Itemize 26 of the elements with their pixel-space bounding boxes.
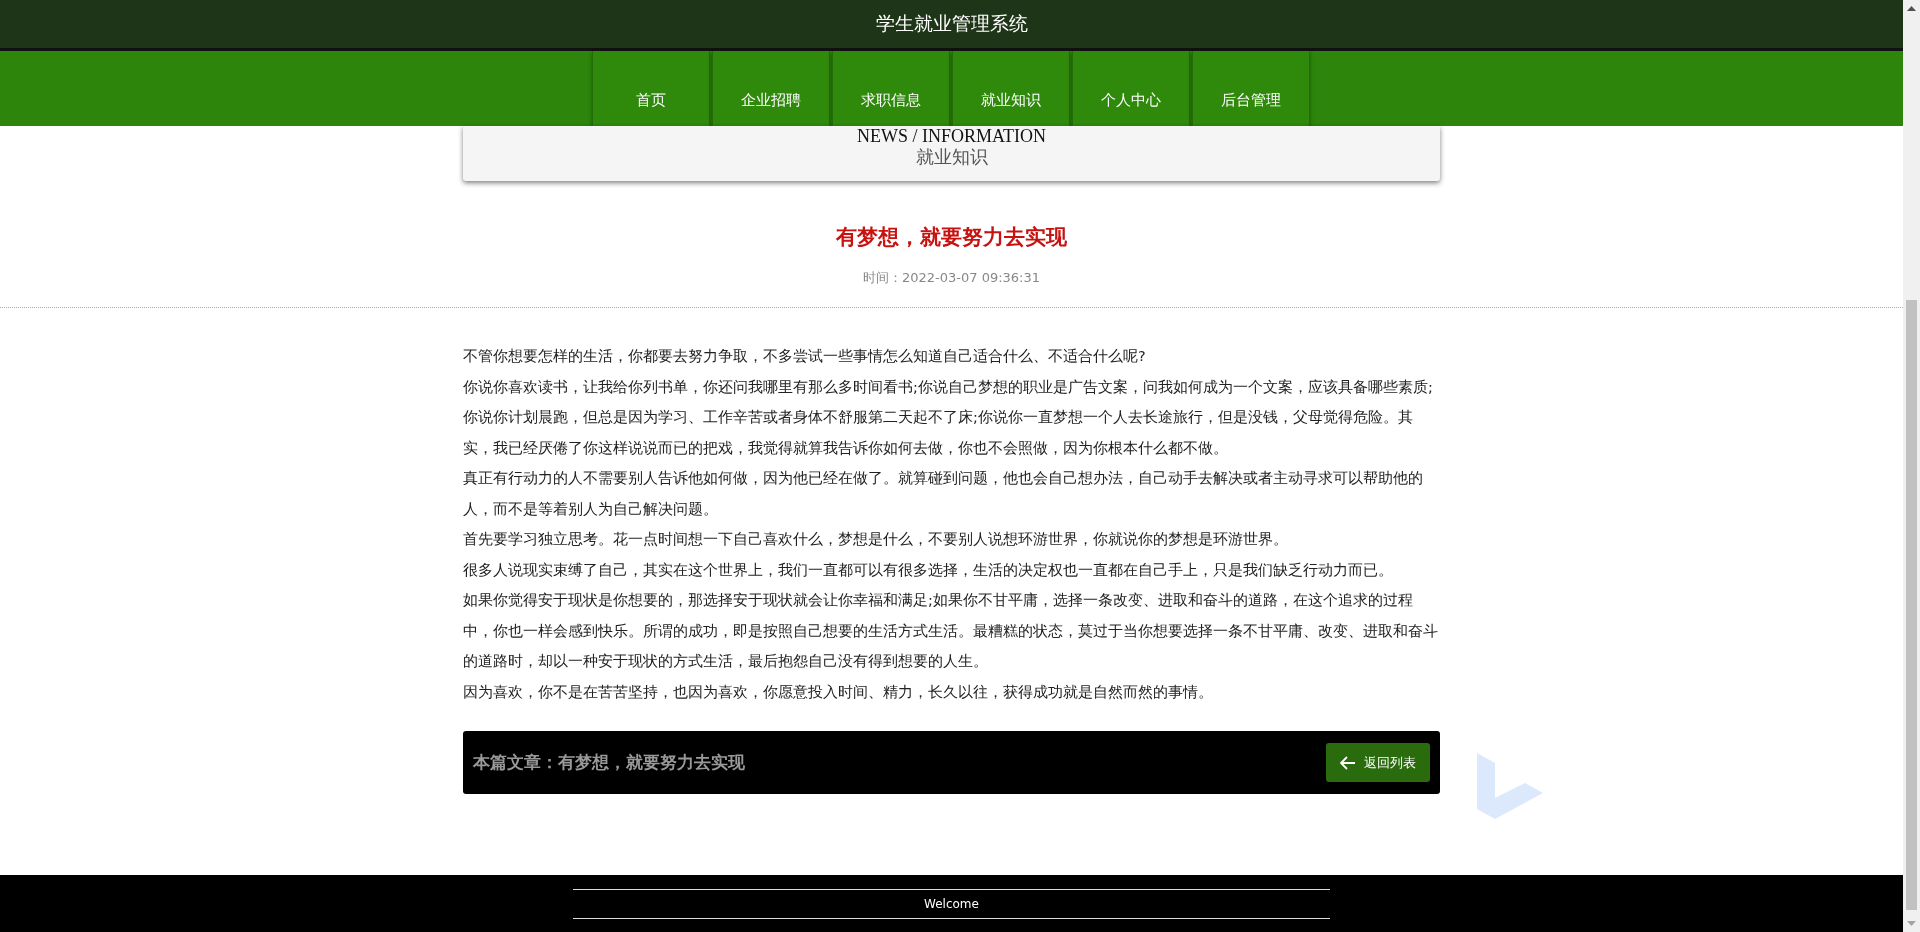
- section-subtitle: NEWS / INFORMATION: [857, 126, 1046, 146]
- footer-text: Welcome: [924, 896, 979, 911]
- nav-item[interactable]: 企业招聘: [711, 51, 830, 126]
- nav-item[interactable]: 个人中心: [1071, 51, 1190, 126]
- arrow-left-icon: [1340, 755, 1356, 770]
- scroll-down-icon[interactable]: [1907, 921, 1916, 926]
- article-title: 有梦想，就要努力去实现: [836, 224, 1067, 251]
- nav-item[interactable]: 求职信息: [831, 51, 950, 126]
- section-title: 就业知识: [915, 146, 988, 168]
- nav-item[interactable]: 后台管理: [1191, 51, 1310, 126]
- article-paragraph: 首先要学习独立思考。花一点时间想一下自己喜欢什么，梦想是什么，不要别人说想环游世界，你就说你的梦想是环游世界。: [463, 530, 1289, 549]
- article-paragraph: 如果你觉得安于现状是你想要的，那选择安于现状就会让你幸福和满足;如果你不甘平庸，选择一条改变、进取和奋斗的道路，在这个追求的过程中，你也一样会感到快乐。所谓的成功，即是按照自己想要的生活方式生活。最糟糕的状态，莫过于当你想要选择一条不甘平庸、改变、进取和奋斗的道路时，却以一种安于现状的方式生活，最后抱怨自己没有得到想要的人生。: [463, 591, 1439, 671]
- article-paragraph: 真正有行动力的人不需要别人告诉他如何做，因为他已经在做了。就算碰到问题，他也会自己想办法，自己动手去解决或者主动寻求可以帮助他的人，而不是等着别人为自己解决问题。: [463, 469, 1424, 519]
- scrollbar[interactable]: [1903, 0, 1920, 932]
- current-article-label: 本篇文章：有梦想，就要努力去实现: [473, 751, 745, 774]
- back-to-list-button[interactable]: 返回列表: [1326, 743, 1430, 782]
- nav-item[interactable]: 就业知识: [951, 51, 1070, 126]
- scroll-up-icon[interactable]: [1907, 6, 1916, 11]
- nav-item[interactable]: 首页: [591, 51, 710, 126]
- site-title: 学生就业管理系统: [875, 12, 1028, 36]
- scrollbar-thumb[interactable]: [1906, 300, 1917, 910]
- article-paragraph: 不管你想要怎样的生活，你都要去努力争取，不多尝试一些事情怎么知道自己适合什么、不适合什么呢?: [463, 347, 1147, 366]
- article-paragraph: 很多人说现实束缚了自己，其实在这个世界上，我们一直都可以有很多选择，生活的决定权也一直都在自己手上，只是我们缺乏行动力而已。: [463, 560, 1394, 580]
- article-paragraph: 你说你喜欢读书，让我给你列书单，你还问我哪里有那么多时间看书;你说自己梦想的职业是广告文案，问我如何成为一个文案，应该具备哪些素质;你说你计划晨跑，但总是因为学习、工作辛苦或者身体不舒服第二天起不了床;你说你一直梦想一个人去长途旅行，但是没钱，父母觉得危险。其实，我已经厌倦了你这样说说而已的把戏，我觉得就算我告诉你如何去做，你也不会照做，因为你根本什么都不做。: [463, 377, 1434, 458]
- article-paragraph: 因为喜欢，你不是在苦苦坚持，也因为喜欢，你愿意投入时间、精力，长久以往，获得成功就是自然而然的事情。: [463, 682, 1214, 702]
- article-time: 时间：2022-03-07 09:36:31: [862, 269, 1041, 287]
